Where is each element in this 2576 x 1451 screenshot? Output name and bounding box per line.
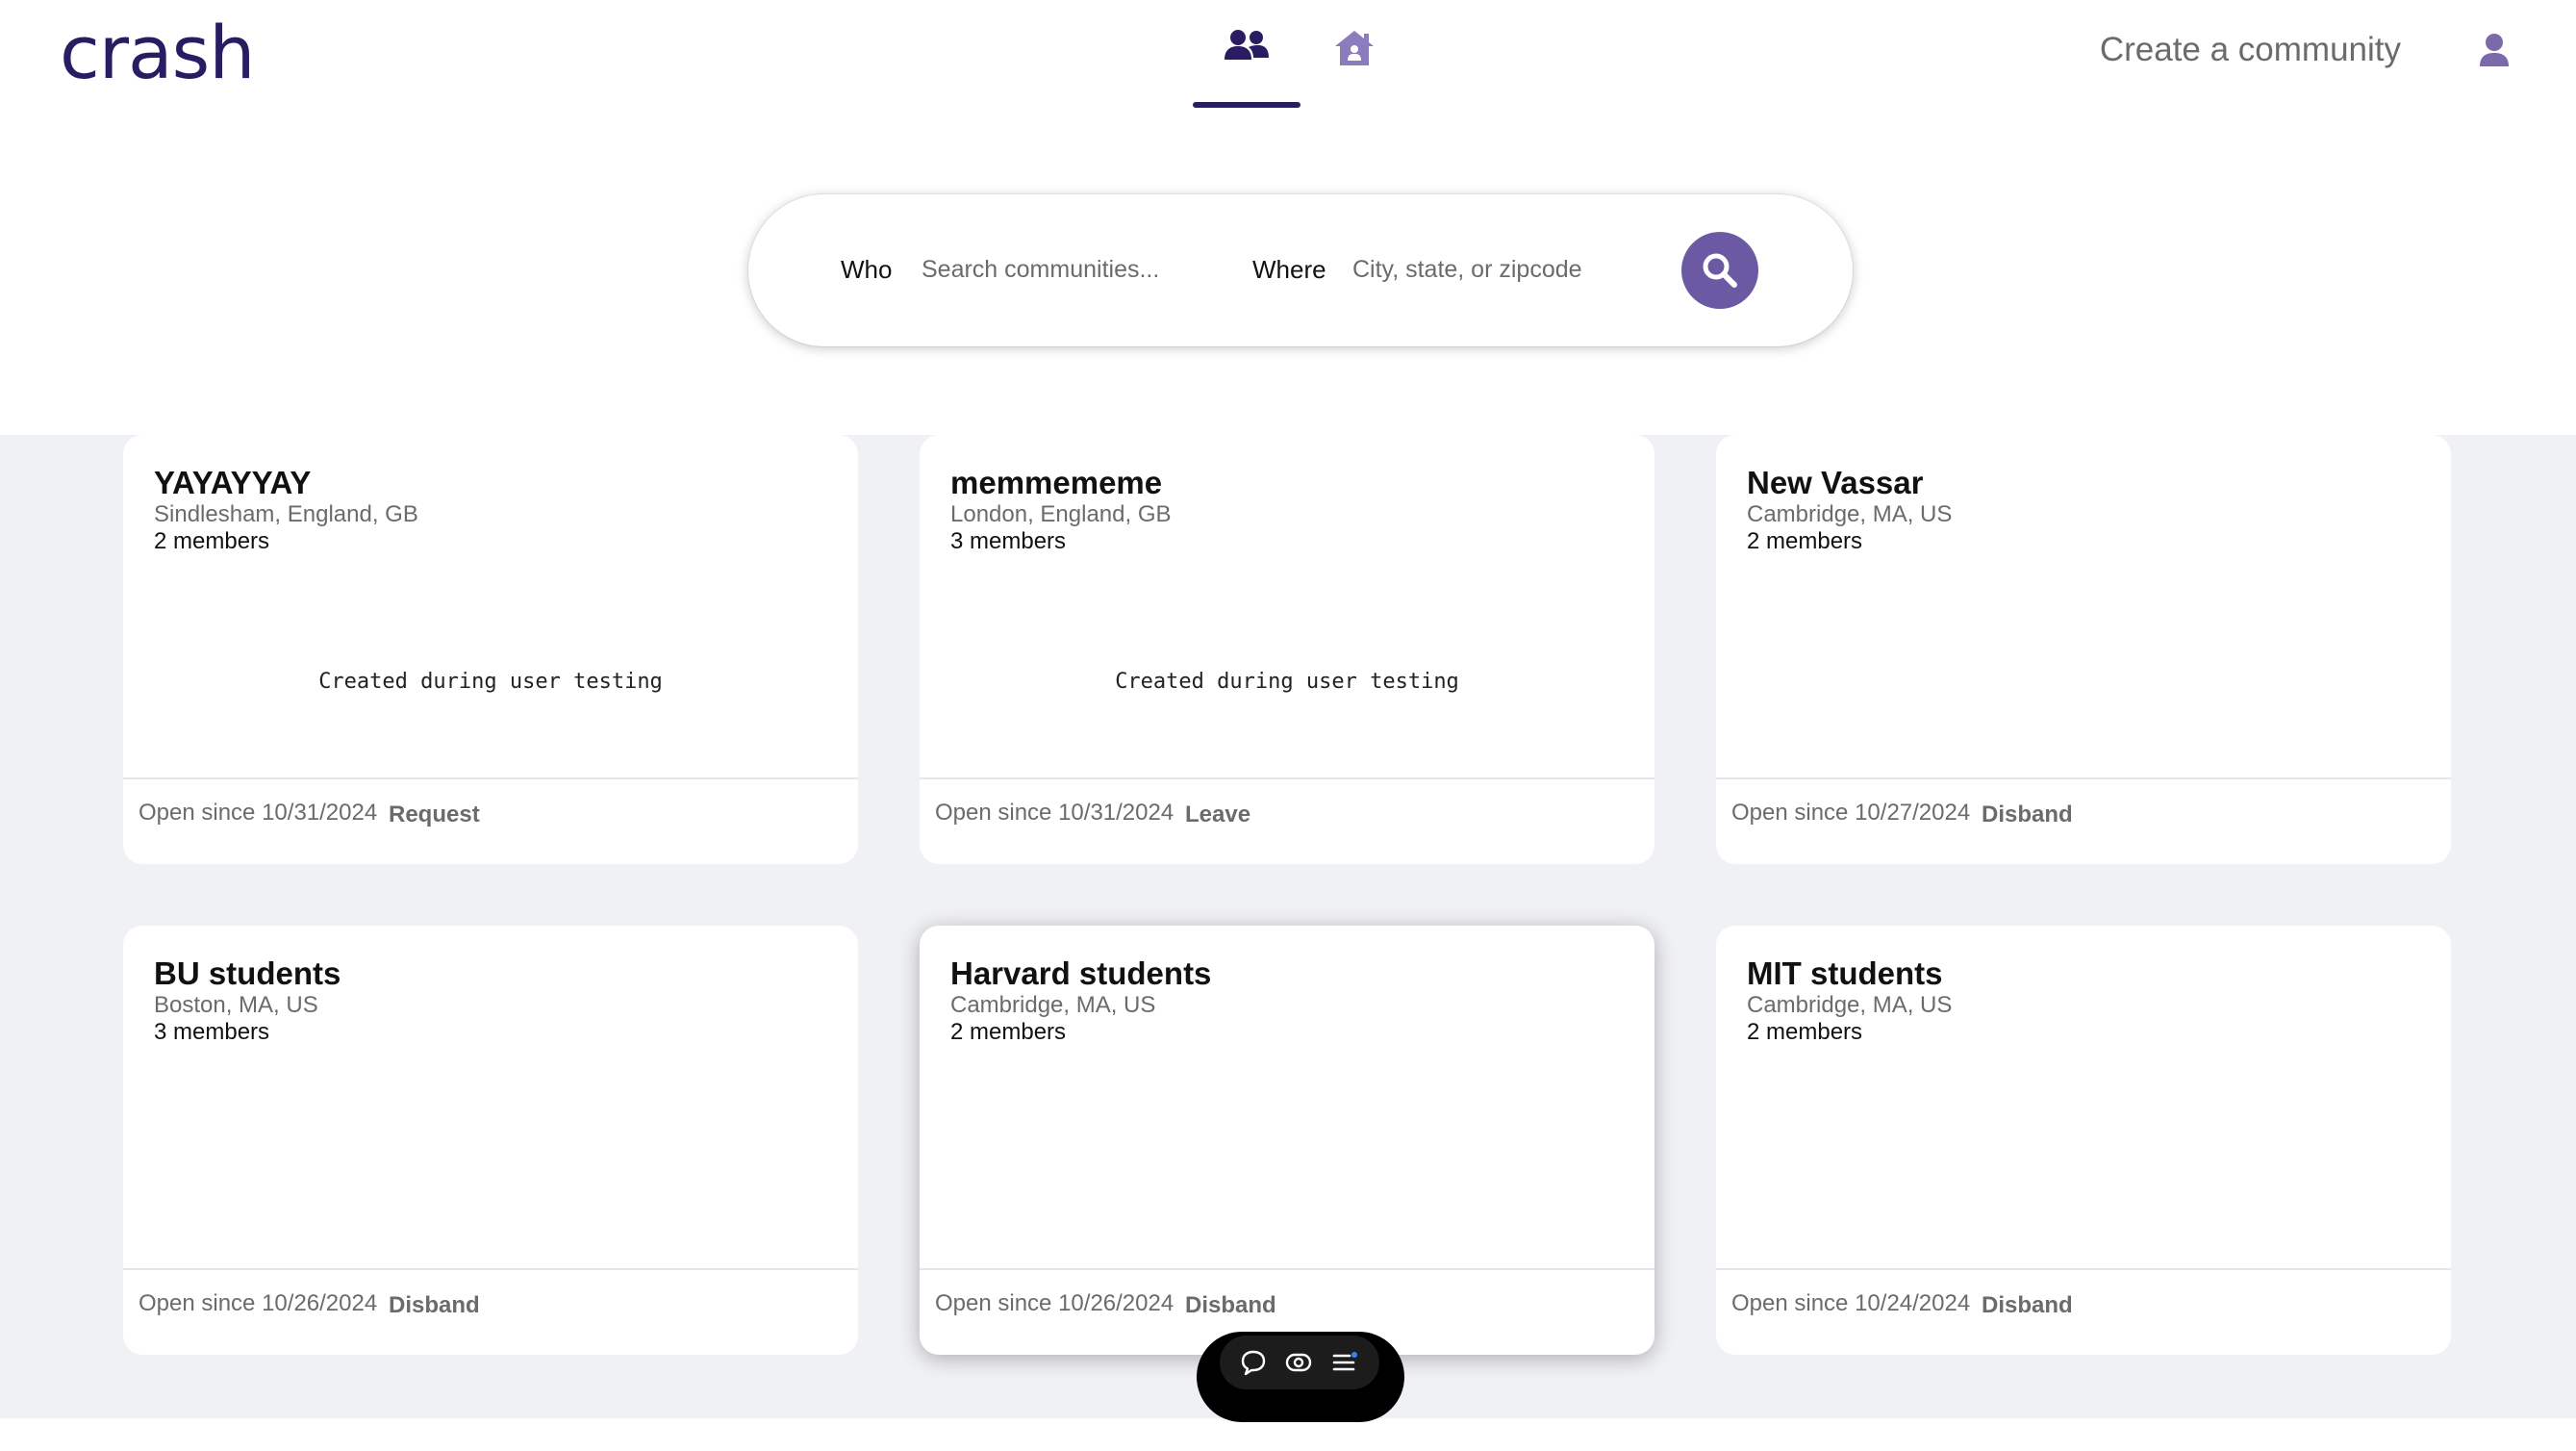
user-icon[interactable] [2478,33,2511,72]
create-community-link[interactable]: Create a community [2100,29,2401,71]
card-open-since: Open since 10/31/2024 [139,800,378,826]
community-card[interactable]: Harvard students Cambridge, MA, US 2 mem… [920,926,1654,1355]
disband-button[interactable]: Disband [1982,801,2073,829]
card-location: Boston, MA, US [154,992,318,1018]
community-card[interactable]: BU students Boston, MA, US 3 members Ope… [123,926,858,1355]
people-icon [1225,30,1269,60]
tab-home[interactable] [1301,19,1408,108]
disband-button[interactable]: Disband [1185,1291,1276,1320]
card-title: New Vassar [1747,465,1924,500]
request-button[interactable]: Request [389,801,480,829]
card-members: 2 members [1747,528,1863,554]
card-open-since: Open since 10/26/2024 [139,1290,378,1316]
card-open-since: Open since 10/31/2024 [935,800,1174,826]
card-members: 2 members [950,1019,1067,1045]
disband-button[interactable]: Disband [389,1291,480,1320]
card-description: Created during user testing [318,670,663,694]
eye-icon[interactable] [1284,1349,1313,1376]
card-divider [1716,777,2451,779]
floating-toolbar-pill [1220,1336,1379,1389]
card-members: 2 members [154,528,270,554]
who-search-input[interactable] [920,246,1212,293]
leave-button[interactable]: Leave [1185,801,1250,829]
card-divider [920,1268,1654,1270]
community-card[interactable]: memmememe London, England, GB 3 members … [920,435,1654,864]
where-label: Where [1252,255,1326,284]
card-divider [123,1268,858,1270]
card-open-since: Open since 10/24/2024 [1731,1290,1971,1316]
comment-icon[interactable] [1240,1349,1267,1376]
card-divider [123,777,858,779]
card-location: London, England, GB [950,501,1172,527]
list-icon[interactable] [1330,1349,1359,1376]
home-icon [1335,31,1374,65]
tab-communities[interactable] [1193,19,1301,108]
search-bar: Who Where [748,194,1853,346]
card-title: memmememe [950,465,1163,500]
card-members: 2 members [1747,1019,1863,1045]
card-open-since: Open since 10/26/2024 [935,1290,1174,1316]
search-button[interactable] [1681,232,1758,309]
card-members: 3 members [154,1019,270,1045]
disband-button[interactable]: Disband [1982,1291,2073,1320]
card-open-since: Open since 10/27/2024 [1731,800,1971,826]
community-grid: YAYAYYAY Sindlesham, England, GB 2 membe… [0,435,2576,1418]
card-title: Harvard students [950,955,1212,991]
card-divider [1716,1268,2451,1270]
card-location: Cambridge, MA, US [1747,992,1953,1018]
community-card[interactable]: New Vassar Cambridge, MA, US 2 members O… [1716,435,2451,864]
card-members: 3 members [950,528,1067,554]
card-location: Sindlesham, England, GB [154,501,418,527]
app-logo[interactable]: crash [60,10,255,96]
card-title: BU students [154,955,341,991]
community-card[interactable]: YAYAYYAY Sindlesham, England, GB 2 membe… [123,435,858,864]
where-search-input[interactable] [1351,246,1662,293]
card-title: MIT students [1747,955,1943,991]
community-card[interactable]: MIT students Cambridge, MA, US 2 members… [1716,926,2451,1355]
card-divider [920,777,1654,779]
card-title: YAYAYYAY [154,465,312,500]
card-description: Created during user testing [1115,670,1459,694]
search-icon [1703,253,1737,288]
card-location: Cambridge, MA, US [950,992,1156,1018]
card-location: Cambridge, MA, US [1747,501,1953,527]
who-label: Who [841,255,893,284]
